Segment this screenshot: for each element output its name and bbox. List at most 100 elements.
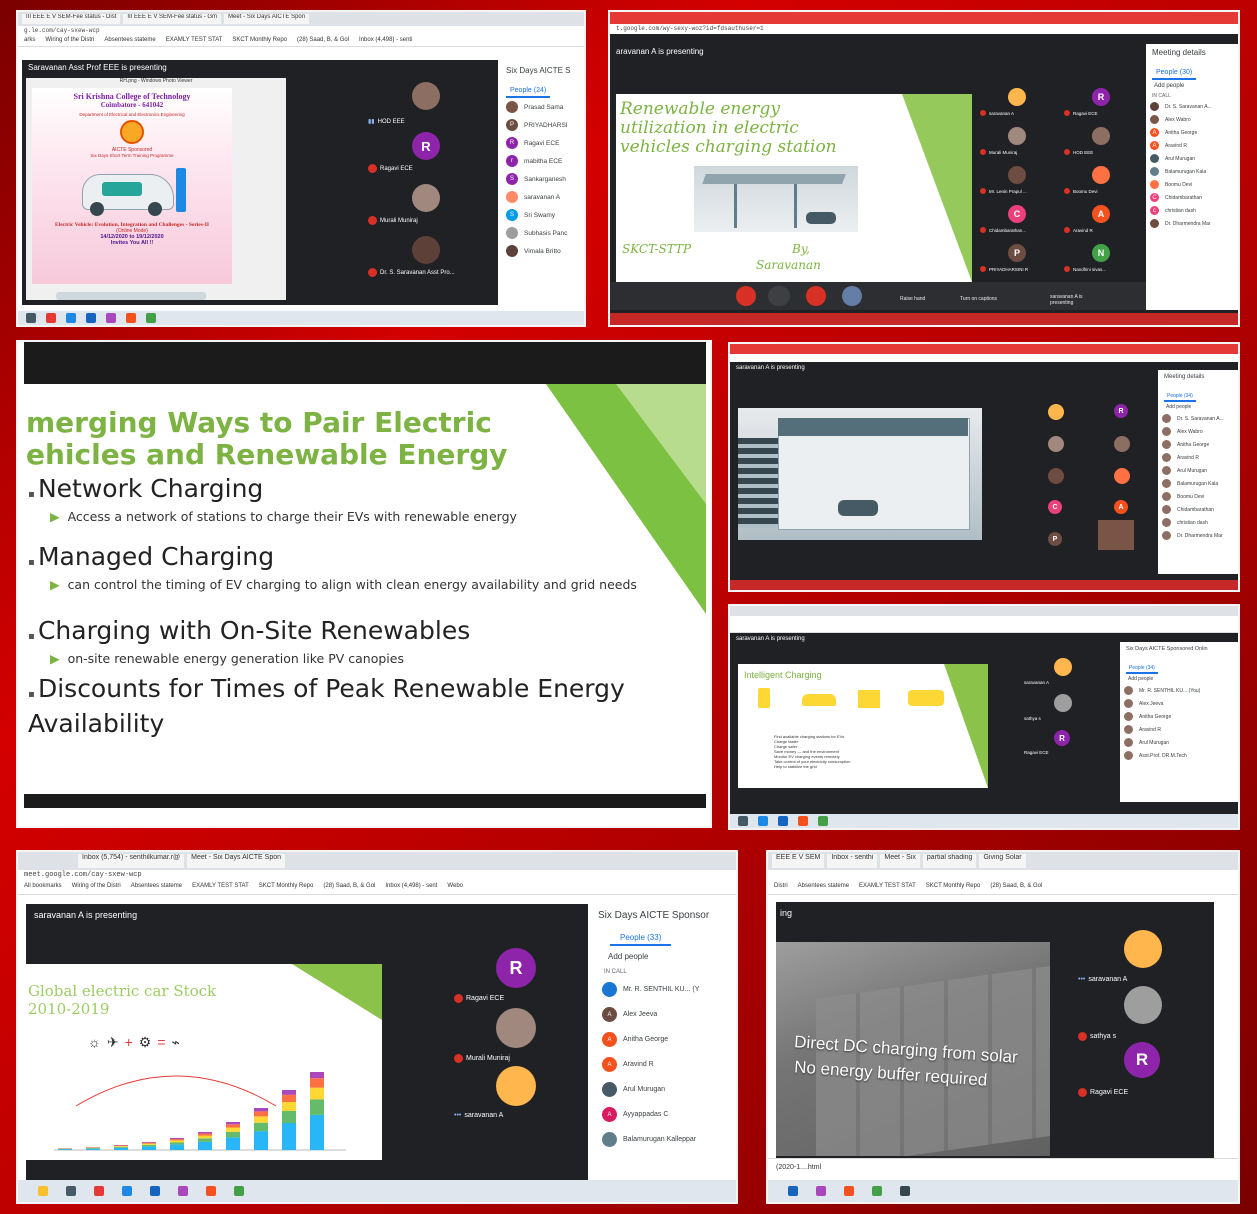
- participant-list-item[interactable]: C Chidambarathan: [1146, 191, 1238, 204]
- edge-icon[interactable]: [66, 313, 76, 323]
- people-tab[interactable]: People (24): [506, 85, 551, 98]
- participant-list-item[interactable]: Dr. Dharmendra Mar: [1146, 217, 1238, 230]
- browser-tab[interactable]: Meet - Six: [880, 854, 920, 868]
- chrome-icon[interactable]: [234, 1186, 244, 1196]
- participant-list-item[interactable]: Arul Murugan: [590, 1077, 736, 1102]
- bookmark[interactable]: Absentees stateme: [131, 883, 182, 893]
- chrome-icon[interactable]: [818, 816, 828, 826]
- add-people-button[interactable]: Add people: [1120, 674, 1238, 684]
- participant-list-item[interactable]: Balamurugan Kala: [1158, 477, 1238, 490]
- address-bar[interactable]: t.google.com/wy-sexy-woz?id=fdsauthuser=…: [610, 24, 1238, 34]
- bookmark[interactable]: SKCT Monthly Repo: [926, 883, 981, 893]
- people-tab[interactable]: People (34): [1126, 664, 1158, 674]
- participant-list-item[interactable]: S Sri Swamy: [500, 206, 584, 224]
- participant-list-item[interactable]: Asst.Prof. DR.M.Tech: [1120, 749, 1238, 762]
- participant-list-item[interactable]: Balamurugan Kala: [1146, 165, 1238, 178]
- facebook-icon[interactable]: [788, 1186, 798, 1196]
- app-icon[interactable]: [126, 313, 136, 323]
- app-icon[interactable]: [106, 313, 116, 323]
- address-bar[interactable]: meet.google.com/cay-sxew-wcp: [18, 870, 736, 882]
- participant-list-item[interactable]: Arul Murugan: [1146, 152, 1238, 165]
- people-tab[interactable]: People (34): [1164, 392, 1196, 402]
- participant-list-item[interactable]: Boomu Devi: [1146, 178, 1238, 191]
- participant-list-item[interactable]: Chidambarathan: [1158, 503, 1238, 516]
- presenting-indicator[interactable]: saravanan A is presenting: [1050, 294, 1096, 306]
- add-people-button[interactable]: Add people: [1146, 80, 1238, 92]
- raise-hand-button[interactable]: Raise hand: [900, 296, 925, 302]
- participant-list-item[interactable]: Boomu Devi: [1158, 490, 1238, 503]
- file-explorer-icon[interactable]: [38, 1186, 48, 1196]
- bookmark[interactable]: All bookmarks: [24, 883, 62, 893]
- participant-list-item[interactable]: Arul Murugan: [1120, 736, 1238, 749]
- app-icon[interactable]: [178, 1186, 188, 1196]
- app-icon[interactable]: [206, 1186, 216, 1196]
- bookmark[interactable]: Absentees stateme: [798, 883, 849, 893]
- participant-list-item[interactable]: Dr. Dharmendra Mar: [1158, 529, 1238, 542]
- participant-list-item[interactable]: A Aravind R: [1146, 139, 1238, 152]
- address-bar[interactable]: [768, 870, 1238, 882]
- participant-list-item[interactable]: Dr. S. Saravanan A...: [1158, 412, 1238, 425]
- participant-list-item[interactable]: R Ragavi ECE: [500, 134, 584, 152]
- facebook-icon[interactable]: [778, 816, 788, 826]
- bookmark[interactable]: Inbox (4,498) - sent: [385, 883, 437, 893]
- participant-list-item[interactable]: A Anitha George: [590, 1027, 736, 1052]
- bookmark[interactable]: EXAMLY TEST STAT: [192, 883, 249, 893]
- bookmark[interactable]: (28) Saad, B, & Gol: [297, 37, 349, 45]
- chrome-icon[interactable]: [872, 1186, 882, 1196]
- facebook-icon[interactable]: [86, 313, 96, 323]
- edge-icon[interactable]: [122, 1186, 132, 1196]
- windows-start-icon[interactable]: [26, 313, 36, 323]
- people-tab[interactable]: People (30): [1152, 67, 1197, 80]
- mic-off-button[interactable]: [736, 286, 756, 306]
- browser-tab[interactable]: III EEE E V SEM-Fee status - Gm: [123, 14, 222, 24]
- bookmark[interactable]: Wiring of the Distri: [72, 883, 121, 893]
- participant-list-item[interactable]: S Sankarganesh: [500, 170, 584, 188]
- participant-list-item[interactable]: Balamurugan Kalleppar: [590, 1127, 736, 1152]
- viewer-toolbar[interactable]: [56, 292, 206, 300]
- participant-list-item[interactable]: christian dash: [1158, 516, 1238, 529]
- bookmark[interactable]: Webo: [447, 883, 463, 893]
- address-bar[interactable]: [730, 354, 1238, 362]
- address-bar[interactable]: g.le.com/cay-sxew-wcp: [18, 26, 584, 36]
- participant-list-item[interactable]: A Ayyappadas C: [590, 1102, 736, 1127]
- app-icon[interactable]: [816, 1186, 826, 1196]
- app-icon[interactable]: [94, 1186, 104, 1196]
- add-people-button[interactable]: Add people: [590, 946, 736, 967]
- browser-tab[interactable]: III EEE E V SEM-Fee status - Dist: [22, 14, 121, 24]
- participant-list-item[interactable]: Aravind R: [1158, 451, 1238, 464]
- participant-list-item[interactable]: Dr. S. Saravanan A...: [1146, 100, 1238, 113]
- browser-tab[interactable]: Giving Solar: [979, 854, 1026, 868]
- participant-list-item[interactable]: A Aravind R: [590, 1052, 736, 1077]
- browser-tab[interactable]: Inbox - senthi: [827, 854, 878, 868]
- participant-list-item[interactable]: Alex Wabro: [1158, 425, 1238, 438]
- app-icon[interactable]: [900, 1186, 910, 1196]
- present-button[interactable]: [842, 286, 862, 306]
- browser-tab[interactable]: EEE E V SEM: [772, 854, 825, 868]
- app-icon[interactable]: [844, 1186, 854, 1196]
- participant-list-item[interactable]: Subhasis Panc: [500, 224, 584, 242]
- download-item[interactable]: (2020-1....html: [776, 1164, 821, 1171]
- bookmark[interactable]: EXAMLY TEST STAT: [859, 883, 916, 893]
- participant-list-item[interactable]: c christian dash: [1146, 204, 1238, 217]
- browser-tab[interactable]: Inbox (5,754) - senthilkumar.r@: [78, 854, 185, 868]
- people-tab[interactable]: People (33): [610, 931, 672, 946]
- participant-list-item[interactable]: Arul Murugan: [1158, 464, 1238, 477]
- mail-icon[interactable]: [66, 1186, 76, 1196]
- participant-list-item[interactable]: Prasad Sama: [500, 98, 584, 116]
- participant-list-item[interactable]: A Alex Jeeva: [590, 1002, 736, 1027]
- bookmark[interactable]: Inbox (4,498) - senti: [359, 37, 412, 45]
- windows-start-icon[interactable]: [738, 816, 748, 826]
- participant-list-item[interactable]: r mabitha ECE: [500, 152, 584, 170]
- participant-list-item[interactable]: Mr. R. SENTHIL KU... (You): [1120, 684, 1238, 697]
- app-icon[interactable]: [798, 816, 808, 826]
- bookmark[interactable]: Distri: [774, 883, 788, 893]
- browser-tab[interactable]: Meet - Six Days AICTE Spon: [187, 854, 286, 868]
- bookmark[interactable]: Absentees stateme: [104, 37, 155, 45]
- participant-list-item[interactable]: Aravind R: [1120, 723, 1238, 736]
- chrome-icon[interactable]: [146, 313, 156, 323]
- address-bar[interactable]: [730, 616, 1238, 633]
- participant-list-item[interactable]: Alex Wabro: [1146, 113, 1238, 126]
- bookmark[interactable]: arks: [24, 37, 35, 45]
- participant-list-item[interactable]: saravanan A: [500, 188, 584, 206]
- app-icon[interactable]: [46, 313, 56, 323]
